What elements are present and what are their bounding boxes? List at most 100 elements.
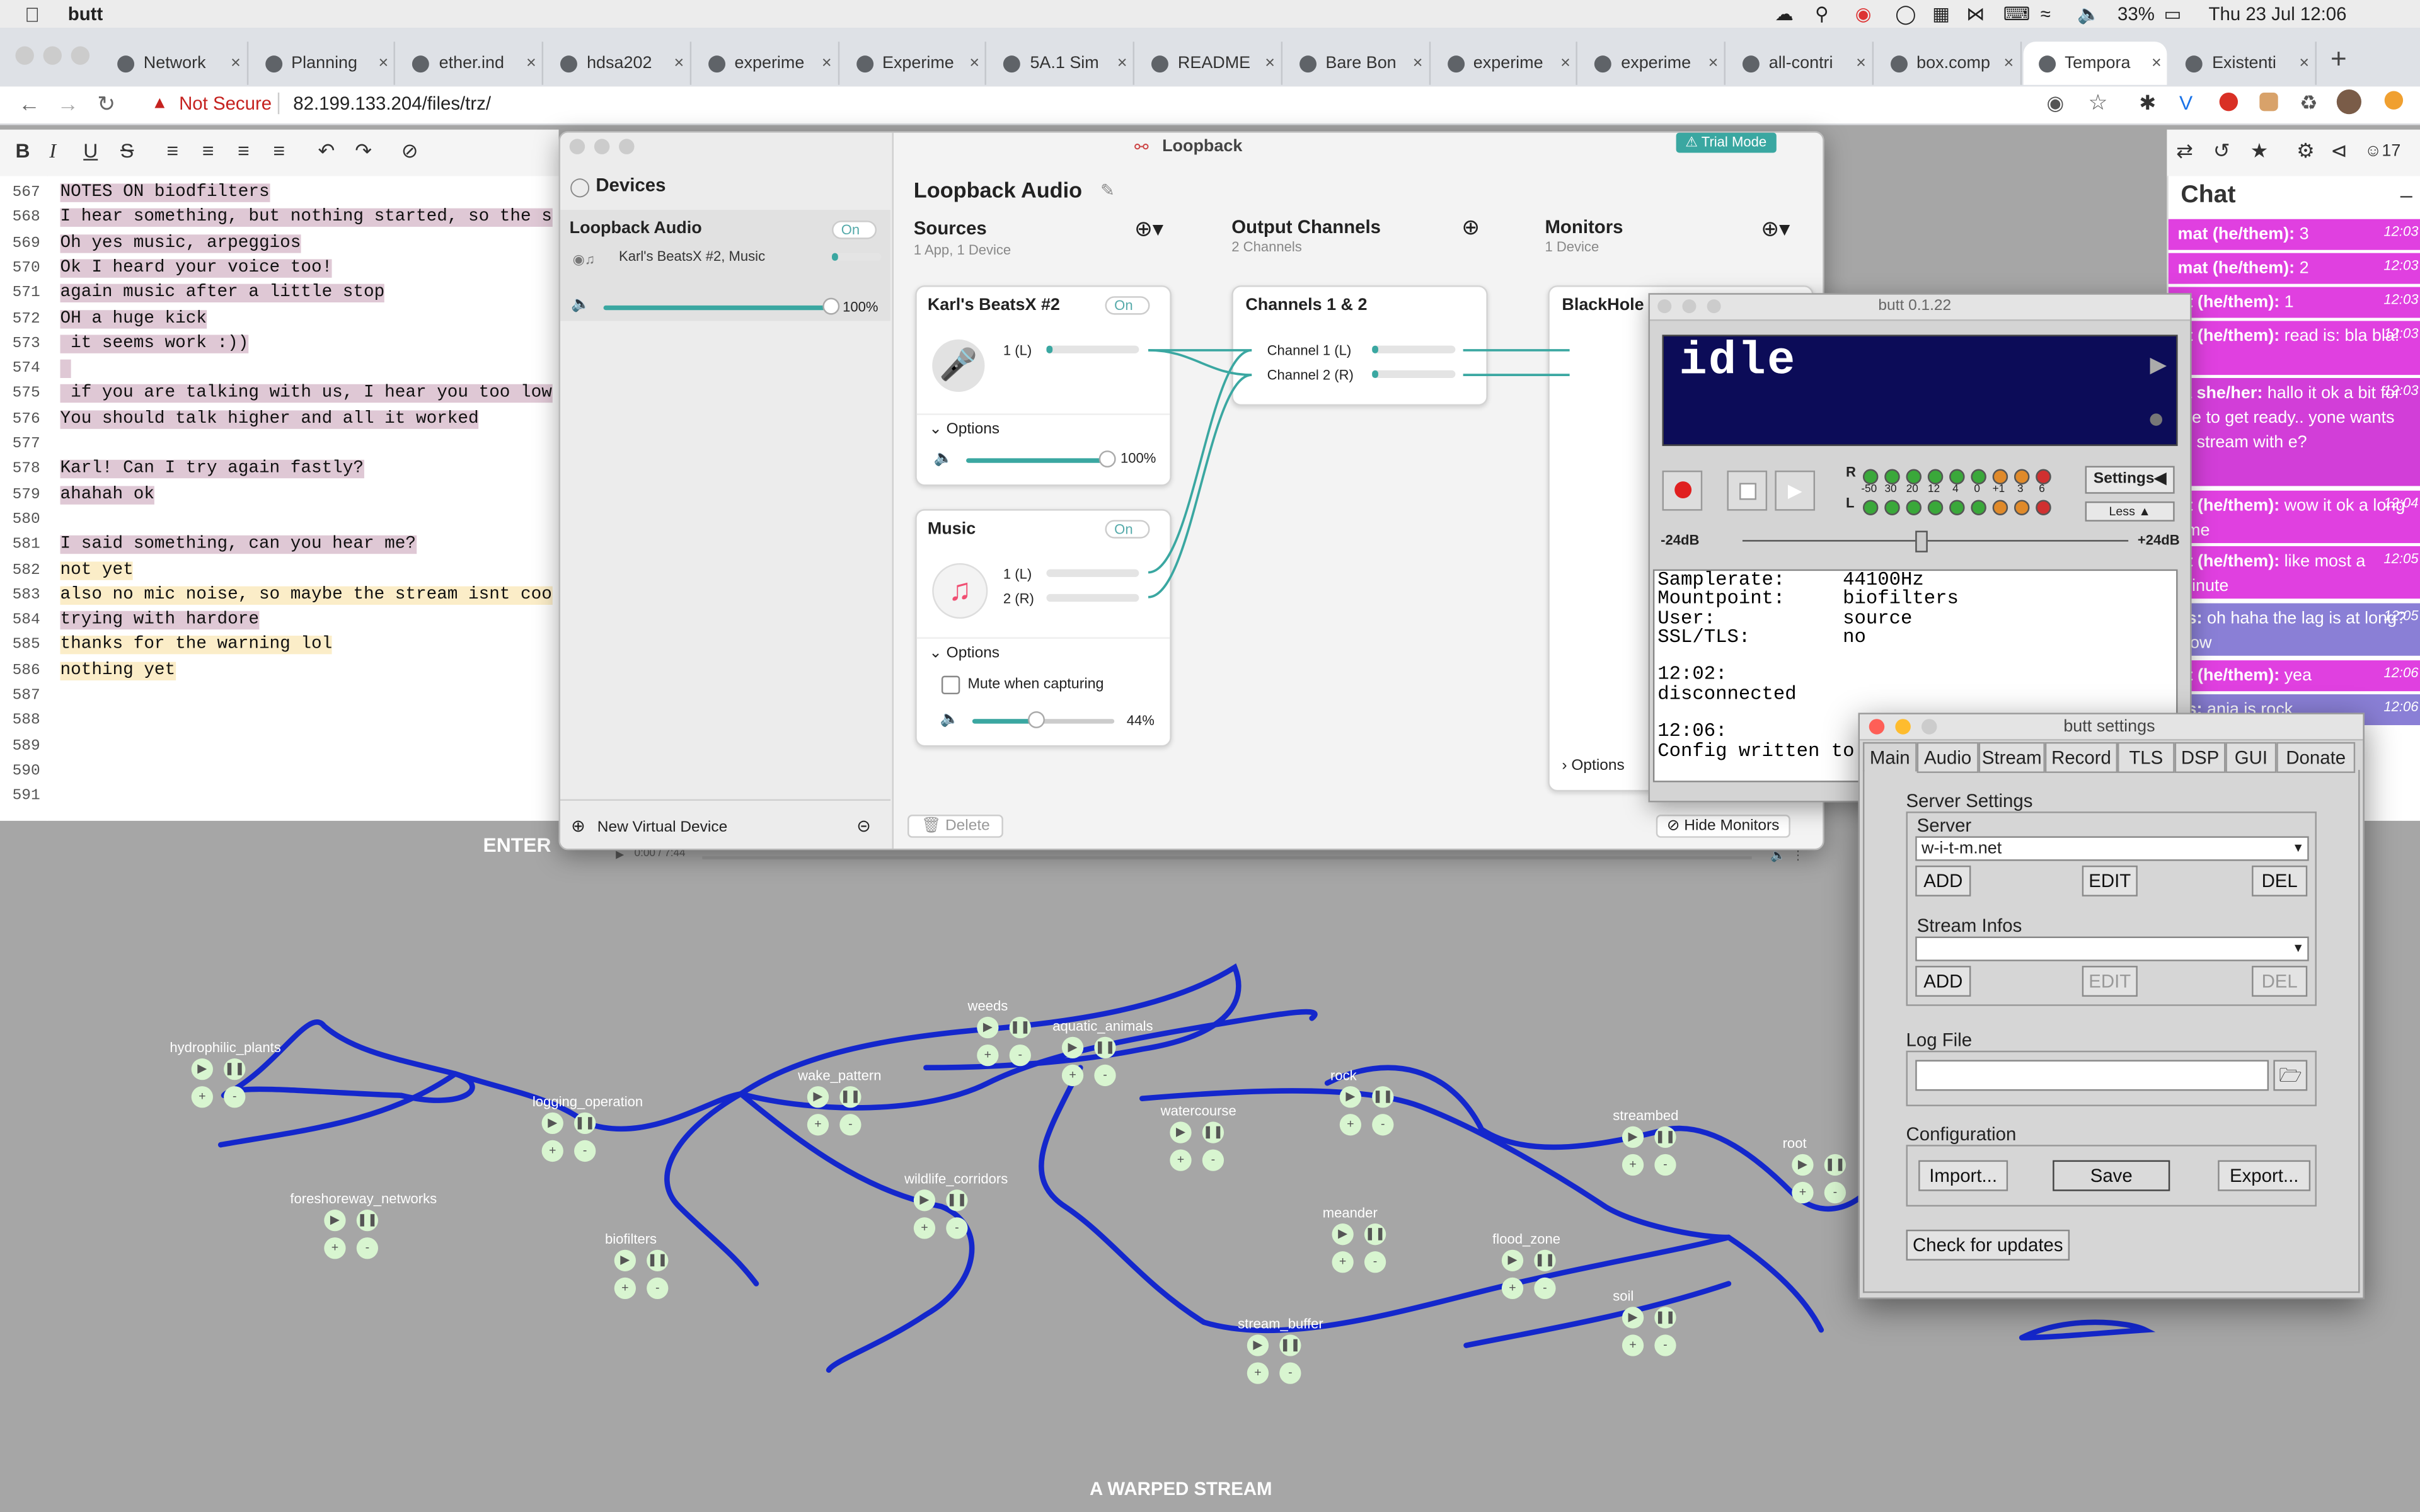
settings-tab[interactable]: TLS (2118, 742, 2175, 773)
redo-icon[interactable]: ↷ (355, 139, 372, 163)
underline-icon[interactable]: U (83, 139, 98, 162)
close-tab-icon[interactable]: × (1407, 54, 1428, 72)
editor-line[interactable]: if you are talking with us, I hear you t… (60, 384, 552, 404)
volume-down-icon[interactable]: - (356, 1237, 379, 1259)
volume-up-icon[interactable]: + (977, 1044, 999, 1067)
import-button[interactable]: Import... (1918, 1160, 2008, 1191)
close-tab-icon[interactable]: × (521, 54, 542, 72)
minimize-window-button[interactable] (1895, 719, 1911, 735)
play-icon[interactable]: ▶ (1247, 1334, 1269, 1356)
bold-icon[interactable]: B (15, 139, 30, 162)
pause-icon[interactable]: ❚❚ (946, 1189, 968, 1211)
browser-tab[interactable]: Existenti × (2170, 42, 2317, 85)
volume-up-icon[interactable]: + (1061, 1064, 1084, 1087)
volume-down-icon[interactable]: - (574, 1140, 596, 1162)
stream-node[interactable]: foreshoreway_networks ▶ ❚❚ + - (290, 1191, 437, 1284)
volume-up-icon[interactable]: + (541, 1140, 563, 1162)
strikethrough-icon[interactable]: S (120, 139, 134, 162)
back-icon[interactable]: ← (18, 91, 40, 115)
pause-icon[interactable]: ❚❚ (1364, 1223, 1386, 1246)
play-icon[interactable]: ▶ (1332, 1223, 1354, 1246)
gain-slider[interactable] (1742, 540, 2129, 542)
volume-down-icon[interactable]: - (1372, 1114, 1394, 1136)
play-icon[interactable]: ▶ (1792, 1154, 1814, 1176)
volume-down-icon[interactable]: - (1364, 1251, 1386, 1273)
eye-icon[interactable]: ◉ (2046, 91, 2064, 115)
close-tab-icon[interactable]: × (1259, 54, 1281, 72)
stream-infos-add-button[interactable]: ADD (1915, 966, 1971, 997)
stream-node[interactable]: stream_buffer ▶ ❚❚ + - (1238, 1316, 1361, 1409)
editor-line[interactable]: again music after a little stop (60, 284, 385, 303)
clock[interactable]: Thu 23 Jul 12:06 (2209, 3, 2347, 25)
notification-icon[interactable]: ◉ (1855, 3, 1872, 25)
settings-tab[interactable]: DSP (2174, 742, 2226, 773)
italic-icon[interactable]: I (49, 139, 56, 163)
close-tab-icon[interactable]: × (1998, 54, 2019, 72)
volume-down-icon[interactable]: - (1009, 1044, 1031, 1067)
minimize-window-button[interactable] (43, 46, 62, 65)
editor-line[interactable]: thanks for the warning lol (60, 636, 333, 655)
stream-node[interactable]: streambed ▶ ❚❚ + - (1613, 1108, 1736, 1200)
close-tab-icon[interactable]: × (1555, 54, 1576, 72)
editor-line[interactable]: not yet (60, 561, 134, 580)
volume-up-icon[interactable]: + (1332, 1251, 1354, 1273)
play-icon[interactable]: ▶ (1622, 1307, 1644, 1329)
browser-tab[interactable]: Bare Bon × (1284, 42, 1431, 85)
stream-node[interactable]: biofilters ▶ ❚❚ + - (605, 1231, 729, 1324)
stream-node[interactable]: watercourse ▶ ❚❚ + - (1161, 1103, 1284, 1196)
stream-node[interactable]: wildlife_corridors ▶ ❚❚ + - (904, 1171, 1028, 1264)
users-button[interactable]: ☺17 (2365, 142, 2401, 160)
hide-monitors-button[interactable]: ⊘ Hide Monitors (1656, 815, 1790, 838)
security-label[interactable]: Not Secure (179, 93, 272, 114)
minimize-window-button[interactable] (1682, 299, 1697, 314)
unordered-list-icon[interactable]: ≡ (202, 139, 214, 162)
keyboard-icon[interactable]: ⌨ (2003, 3, 2030, 25)
close-tab-icon[interactable]: × (1702, 54, 1724, 72)
new-tab-button[interactable]: + (2331, 43, 2347, 76)
play-icon[interactable]: ▶ (191, 1058, 213, 1080)
pause-icon[interactable]: ❚❚ (1824, 1154, 1847, 1176)
play-icon[interactable]: ▶ (1061, 1036, 1084, 1059)
editor-line[interactable]: You should talk higher and all it worked (60, 410, 479, 429)
less-button[interactable]: Less ▲ (2085, 501, 2175, 522)
volume-up-icon[interactable]: + (1622, 1334, 1644, 1356)
stream-infos-del-button[interactable]: DEL (2252, 966, 2308, 997)
play-icon[interactable]: ▶ (1501, 1249, 1524, 1271)
stream-node[interactable]: flood_zone ▶ ❚❚ + - (1492, 1231, 1616, 1324)
export-button[interactable]: Export... (2218, 1160, 2311, 1191)
editor-line[interactable]: Karl! Can I try again fastly? (60, 460, 364, 479)
close-tab-icon[interactable]: × (2146, 54, 2167, 72)
bluetooth-icon[interactable]: ⋈ (1966, 3, 1985, 25)
volume-up-icon[interactable]: + (1247, 1362, 1269, 1384)
browser-tab[interactable]: README × (1136, 42, 1282, 85)
close-window-button[interactable] (1869, 719, 1885, 735)
volume-down-icon[interactable]: - (1654, 1334, 1676, 1356)
settings-icon[interactable]: ⚙ (2296, 139, 2315, 163)
close-tab-icon[interactable]: × (1850, 54, 1872, 72)
pause-icon[interactable]: ❚❚ (356, 1210, 379, 1232)
extension-icon[interactable]: ✱ (2139, 91, 2156, 115)
editor-line[interactable]: it seems work :)) (60, 334, 249, 353)
volume-up-icon[interactable]: + (1170, 1149, 1192, 1171)
gain-thumb[interactable] (1915, 530, 1928, 553)
pause-icon[interactable]: ❚❚ (1279, 1334, 1301, 1356)
volume-down-icon[interactable]: - (1654, 1154, 1676, 1176)
warning-icon[interactable]: ▲ (151, 94, 168, 112)
pause-icon[interactable]: ❚❚ (647, 1249, 669, 1271)
pause-icon[interactable]: ❚❚ (1009, 1016, 1031, 1039)
puzzle-icon[interactable]: ♻ (2300, 91, 2318, 115)
reload-icon[interactable]: ↻ (97, 91, 115, 117)
stream-infos-edit-button[interactable]: EDIT (2082, 966, 2138, 997)
check-updates-button[interactable]: Check for updates (1906, 1229, 2070, 1261)
history-icon[interactable]: ↺ (2213, 139, 2230, 163)
app-menu[interactable]: butt (68, 3, 103, 25)
play-icon[interactable]: ▶ (1339, 1086, 1362, 1108)
play-icon[interactable]: ▶ (977, 1016, 999, 1039)
server-edit-button[interactable]: EDIT (2082, 865, 2138, 896)
avatar[interactable] (2336, 89, 2361, 115)
editor-line[interactable]: Oh yes music, arpeggios (60, 234, 301, 253)
browser-tab[interactable]: Network × (102, 42, 248, 85)
close-tab-icon[interactable]: × (2293, 54, 2315, 72)
server-del-button[interactable]: DEL (2252, 865, 2308, 896)
editor-line[interactable] (60, 359, 71, 379)
